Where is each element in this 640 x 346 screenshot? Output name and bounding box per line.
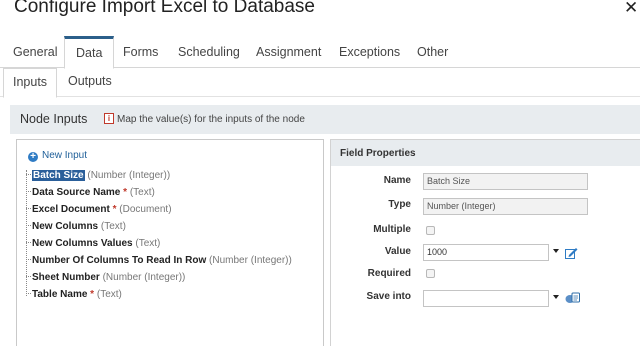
tree-node[interactable]: Excel Document * (Document): [26, 204, 172, 215]
required-marker: *: [90, 289, 95, 300]
field-properties-panel: Field Properties Name Batch Size Type Nu…: [330, 139, 640, 346]
input-type: (Number (Integer)): [87, 170, 171, 181]
name-field[interactable]: Batch Size: [423, 173, 588, 190]
tree-branch: [26, 174, 31, 175]
tree-node[interactable]: New Columns (Text): [26, 221, 126, 232]
required-label: Required: [367, 268, 411, 279]
input-name[interactable]: Excel Document: [32, 204, 110, 215]
tree-node[interactable]: Batch Size (Number (Integer)): [26, 170, 170, 181]
input-name[interactable]: Data Source Name: [32, 187, 120, 198]
edit-pencil-icon[interactable]: [565, 247, 578, 259]
input-name[interactable]: Sheet Number: [32, 272, 100, 283]
save-into-label: Save into: [366, 291, 411, 302]
subtab-inputs[interactable]: Inputs: [3, 68, 58, 98]
tree-node[interactable]: Data Source Name * (Text): [26, 187, 155, 198]
tree-branch: [26, 208, 31, 209]
main-tabs: General Data Forms Scheduling Assignment…: [0, 36, 640, 69]
variable-picker-icon[interactable]: [565, 292, 580, 304]
tree-node[interactable]: Number Of Columns To Read In Row (Number…: [26, 255, 292, 266]
input-name[interactable]: Number Of Columns To Read In Row: [32, 255, 206, 266]
tab-forms[interactable]: Forms: [123, 36, 158, 68]
multiple-label: Multiple: [373, 224, 411, 235]
tree-branch: [26, 242, 31, 243]
save-into-field[interactable]: [423, 290, 549, 307]
input-type: (Text): [129, 187, 155, 198]
window-title: Configure Import Excel to Database: [14, 0, 315, 17]
required-marker: *: [123, 187, 128, 198]
tab-other[interactable]: Other: [417, 36, 448, 68]
type-label: Type: [388, 199, 411, 210]
input-type: (Text): [135, 238, 161, 249]
multiple-checkbox[interactable]: [426, 226, 435, 235]
tree-branch: [26, 191, 31, 192]
tree-branch: [26, 225, 31, 226]
tree-branch: [26, 259, 31, 260]
input-type: (Number (Integer)): [209, 255, 292, 266]
tab-exceptions[interactable]: Exceptions: [339, 36, 400, 68]
info-icon: i: [104, 113, 114, 124]
node-inputs-header: Node Inputs i Map the value(s) for the i…: [10, 105, 640, 134]
input-name[interactable]: Batch Size: [32, 170, 85, 181]
tree-node[interactable]: New Columns Values (Text): [26, 238, 160, 249]
tab-general[interactable]: General: [13, 36, 57, 68]
close-icon[interactable]: ✕: [624, 0, 638, 18]
plus-circle-icon: +: [28, 152, 38, 162]
new-input-button[interactable]: + New Input: [28, 150, 87, 162]
subtab-outputs[interactable]: Outputs: [68, 68, 112, 97]
sub-tabs: Inputs Outputs: [0, 68, 640, 98]
inputs-tree: + New Input Batch Size (Number (Integer))…: [16, 139, 324, 346]
tab-data[interactable]: Data: [64, 36, 115, 69]
field-properties-title: Field Properties: [340, 148, 416, 159]
field-properties-header: Field Properties: [331, 140, 640, 166]
type-field[interactable]: Number (Integer): [423, 198, 588, 215]
chevron-down-icon[interactable]: [553, 295, 559, 299]
input-type: (Document): [119, 204, 172, 215]
tree-branch: [26, 293, 31, 294]
node-inputs-hint: Map the value(s) for the inputs of the n…: [117, 114, 305, 125]
tree-node[interactable]: Table Name * (Text): [26, 289, 122, 300]
input-name[interactable]: New Columns: [32, 221, 98, 232]
input-name[interactable]: New Columns Values: [32, 238, 133, 249]
tab-assignment[interactable]: Assignment: [256, 36, 321, 68]
value-field[interactable]: 1000: [423, 244, 549, 261]
required-checkbox[interactable]: [426, 269, 435, 278]
required-marker: *: [112, 204, 117, 215]
name-label: Name: [383, 175, 411, 186]
tab-scheduling[interactable]: Scheduling: [178, 36, 240, 68]
input-type: (Text): [96, 289, 122, 300]
input-type: (Number (Integer)): [102, 272, 186, 283]
chevron-down-icon[interactable]: [553, 249, 559, 253]
new-input-label: New Input: [42, 150, 88, 161]
tree-branch: [26, 276, 31, 277]
tree-node[interactable]: Sheet Number (Number (Integer)): [26, 272, 185, 283]
value-label: Value: [384, 246, 411, 257]
input-type: (Text): [100, 221, 126, 232]
input-name[interactable]: Table Name: [32, 289, 87, 300]
node-inputs-title: Node Inputs: [20, 112, 88, 126]
